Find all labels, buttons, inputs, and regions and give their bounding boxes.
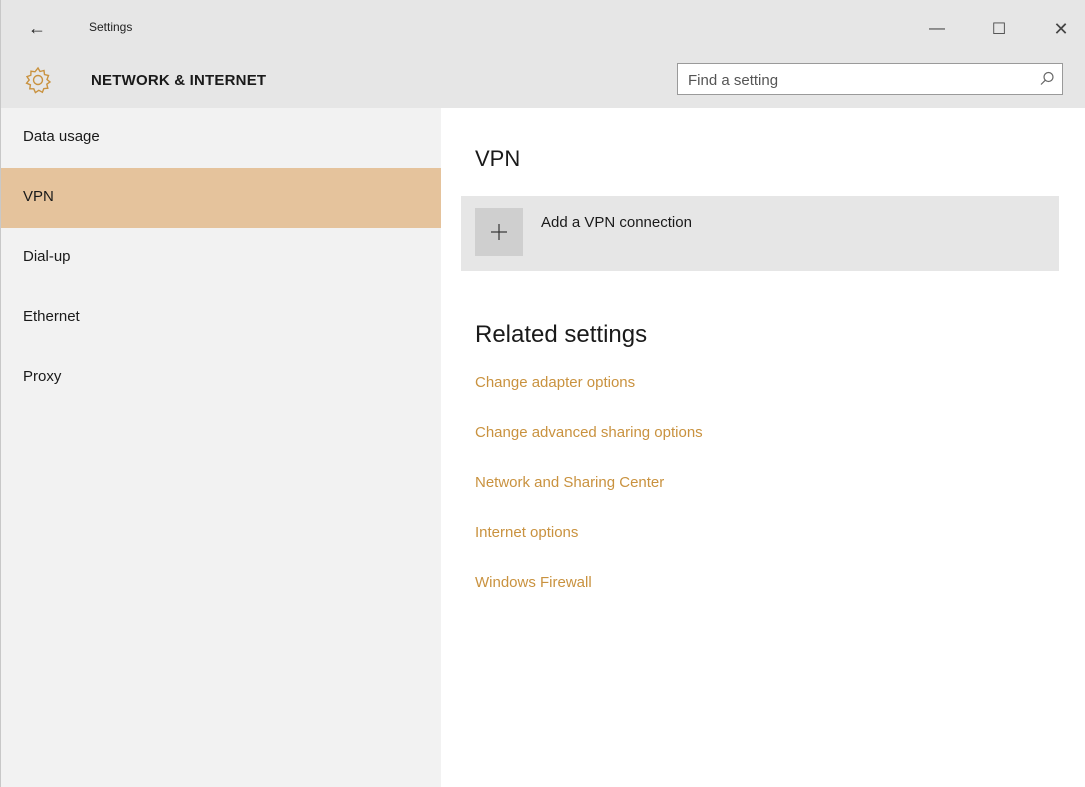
sidebar-item-proxy[interactable]: Proxy xyxy=(1,348,441,408)
page-title: VPN xyxy=(475,146,521,171)
link-network-and-sharing-center[interactable]: Network and Sharing Center xyxy=(475,474,664,491)
settings-window: ← Settings — ☐ ✕ NETWORK & INTERNET Data… xyxy=(0,0,1085,787)
sidebar-item-label: Dial-up xyxy=(23,247,71,265)
add-vpn-connection-button[interactable]: Add a VPN connection xyxy=(461,196,1059,271)
sidebar-item-dial-up[interactable]: Dial-up xyxy=(1,228,441,288)
search-icon[interactable] xyxy=(1038,70,1056,88)
link-change-advanced-sharing-options[interactable]: Change advanced sharing options xyxy=(475,424,703,441)
minimize-button[interactable]: — xyxy=(917,12,957,46)
section-title: NETWORK & INTERNET xyxy=(91,72,267,89)
link-change-adapter-options[interactable]: Change adapter options xyxy=(475,374,635,391)
plus-icon xyxy=(475,208,523,256)
link-windows-firewall[interactable]: Windows Firewall xyxy=(475,574,592,591)
link-internet-options[interactable]: Internet options xyxy=(475,524,578,541)
page-header: NETWORK & INTERNET xyxy=(1,58,1085,108)
sidebar: Data usage VPN Dial-up Ethernet Proxy xyxy=(1,108,441,787)
search-box[interactable] xyxy=(677,63,1063,96)
main-content: VPN Add a VPN connection Related setting… xyxy=(441,108,1085,787)
sidebar-item-label: VPN xyxy=(23,187,54,205)
gear-icon xyxy=(25,66,52,94)
sidebar-item-vpn[interactable]: VPN xyxy=(1,168,441,228)
sidebar-item-data-usage[interactable]: Data usage xyxy=(1,108,441,168)
window-title: Settings xyxy=(89,20,133,34)
back-arrow-icon[interactable]: ← xyxy=(23,14,51,42)
sidebar-item-label: Proxy xyxy=(23,367,62,385)
maximize-button[interactable]: ☐ xyxy=(979,12,1019,46)
sidebar-item-ethernet[interactable]: Ethernet xyxy=(1,288,441,348)
close-button[interactable]: ✕ xyxy=(1041,12,1081,46)
search-input[interactable] xyxy=(678,64,1030,96)
add-vpn-connection-label: Add a VPN connection xyxy=(541,214,692,231)
sidebar-item-label: Ethernet xyxy=(23,307,80,325)
title-bar: ← Settings — ☐ ✕ xyxy=(1,0,1085,58)
sidebar-item-label: Data usage xyxy=(23,127,100,145)
related-settings-heading: Related settings xyxy=(475,321,648,348)
